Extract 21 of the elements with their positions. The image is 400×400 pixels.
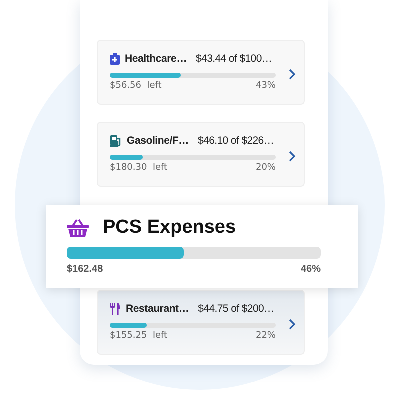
percent-label: 46% xyxy=(300,264,321,275)
chevron-right-icon[interactable] xyxy=(289,69,296,80)
remaining-amount: $180.30 left xyxy=(110,163,168,173)
remaining-amount: $155.25 left xyxy=(110,331,168,341)
chevron-right-icon[interactable] xyxy=(289,151,296,162)
chevron-right-icon[interactable] xyxy=(289,319,296,330)
category-card[interactable]: Gasoline/F… $46.10 of $226… $180.30 left 20% xyxy=(97,122,305,187)
category-name: Healthcare… xyxy=(125,53,187,65)
spent-amount: $43.44 of $100… xyxy=(196,53,272,65)
percent-label: 20% xyxy=(256,163,276,173)
category-name: Restaurant… xyxy=(126,303,190,315)
spent-amount: $46.10 of $226… xyxy=(198,135,274,147)
remaining-amount: $56.56 left xyxy=(110,81,162,91)
category-name: Gasoline/F… xyxy=(127,135,189,147)
percent-label: 43% xyxy=(256,81,276,91)
spent-amount: $44.75 of $200… xyxy=(198,303,274,315)
category-card[interactable]: Healthcare… $43.44 of $100… $56.56 left 43% xyxy=(97,40,305,105)
card-title: PCS Expenses xyxy=(103,217,236,239)
percent-label: 22% xyxy=(256,331,276,341)
category-card[interactable]: Restaurant… $44.75 of $200… $155.25 left 22% xyxy=(97,290,305,355)
spent-amount: $162.48 xyxy=(67,264,104,275)
